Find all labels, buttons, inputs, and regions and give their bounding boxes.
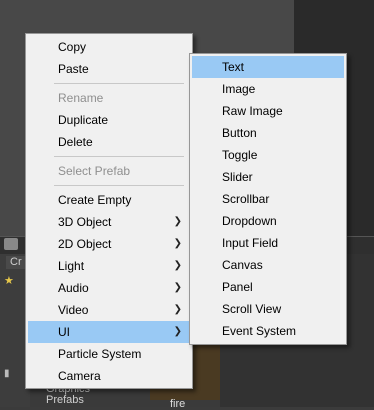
submenu-item-dropdown[interactable]: Dropdown [192, 210, 344, 232]
chevron-right-icon: ❯ [173, 238, 182, 249]
menu-item-rename: Rename [58, 91, 104, 105]
menu-item-camera[interactable]: Camera [28, 365, 190, 387]
menu-item-label: Video [58, 303, 89, 317]
submenu-item-canvas[interactable]: Canvas [192, 254, 344, 276]
menu-item-label: 3D Object [58, 215, 112, 229]
chevron-right-icon: ❯ [173, 326, 182, 337]
chevron-right-icon: ❯ [173, 304, 182, 315]
menu-item-create-empty[interactable]: Create Empty [28, 189, 190, 211]
menu-item-3d-object[interactable]: 3D Object ❯ [28, 211, 190, 233]
tree-item[interactable]: Prefabs [30, 395, 190, 406]
menu-item-particle-system[interactable]: Particle System [28, 343, 190, 365]
submenu-item-raw-image[interactable]: Raw Image [192, 100, 344, 122]
menu-item-label: Audio [58, 281, 89, 295]
lock-icon[interactable]: ▮ [4, 368, 10, 379]
menu-item-duplicate[interactable]: Duplicate [28, 109, 190, 131]
menu-item-video[interactable]: Video ❯ [28, 299, 190, 321]
submenu-item-text[interactable]: Text [192, 56, 344, 78]
chevron-right-icon: ❯ [173, 216, 182, 227]
menu-item-paste[interactable]: Paste [28, 58, 190, 80]
menu-item-label: Light [58, 259, 85, 273]
menu-separator [54, 185, 184, 186]
submenu-item-slider[interactable]: Slider [192, 166, 344, 188]
submenu-item-input-field[interactable]: Input Field [192, 232, 344, 254]
submenu-item-scrollbar[interactable]: Scrollbar [192, 188, 344, 210]
submenu-item-image[interactable]: Image [192, 78, 344, 100]
submenu-item-event-system[interactable]: Event System [192, 320, 344, 342]
menu-separator [54, 83, 184, 84]
menu-item-label: UI [58, 325, 70, 339]
folder-tab-icon[interactable] [4, 238, 18, 250]
submenu-item-button[interactable]: Button [192, 122, 344, 144]
submenu-item-scroll-view[interactable]: Scroll View [192, 298, 344, 320]
menu-item-2d-object[interactable]: 2D Object ❯ [28, 233, 190, 255]
chevron-right-icon: ❯ [173, 282, 182, 293]
submenu-item-toggle[interactable]: Toggle [192, 144, 344, 166]
menu-item-copy[interactable]: Copy [28, 36, 190, 58]
menu-item-delete[interactable]: Delete [28, 131, 190, 153]
chevron-right-icon: ❯ [173, 260, 182, 271]
favorites-star-icon: ★ [4, 275, 14, 287]
menu-item-audio[interactable]: Audio ❯ [28, 277, 190, 299]
menu-item-label: 2D Object [58, 237, 112, 251]
menu-item-ui[interactable]: UI ❯ [28, 321, 190, 343]
context-menu: Copy Paste Rename Duplicate Delete Selec… [25, 33, 193, 389]
menu-item-light[interactable]: Light ❯ [28, 255, 190, 277]
submenu-item-panel[interactable]: Panel [192, 276, 344, 298]
menu-item-select-prefab: Select Prefab [58, 164, 131, 178]
menu-separator [54, 156, 184, 157]
ui-submenu: Text Image Raw Image Button Toggle Slide… [189, 53, 347, 345]
